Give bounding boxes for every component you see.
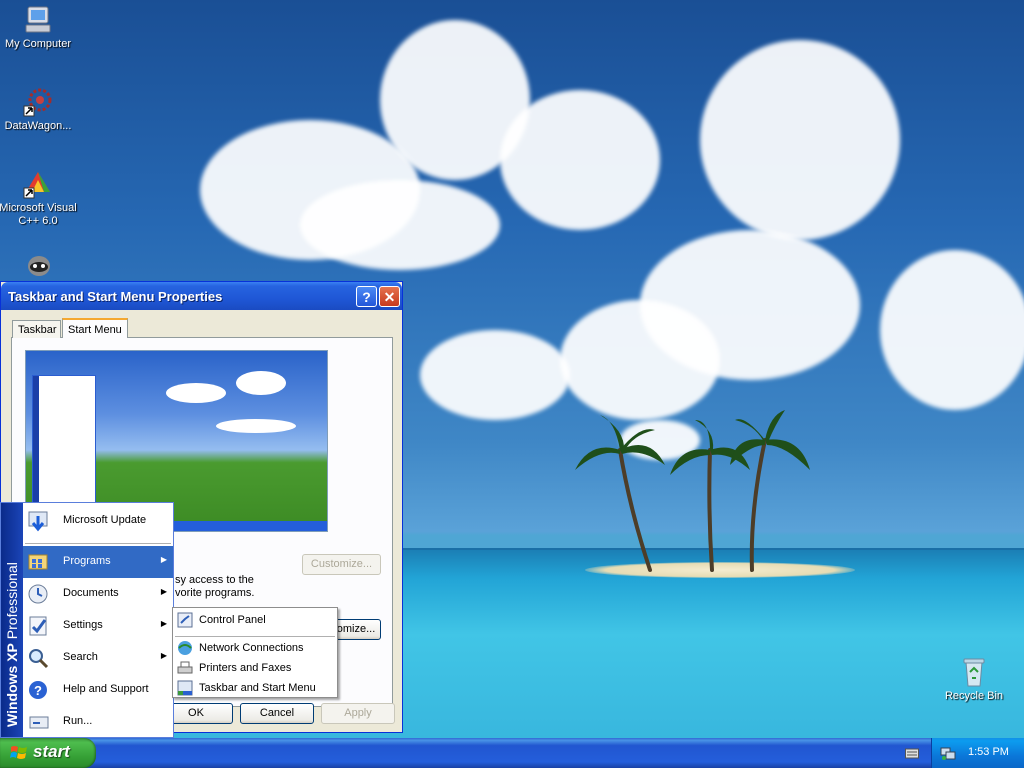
menu-item-microsoft-update[interactable]: Microsoft Update [23,505,173,537]
desktop-icon-label: My Computer [4,38,72,50]
help-icon: ? [29,681,47,699]
submenu-arrow-icon: ▶ [160,619,167,628]
start-menu: Windows XP Professional Microsoft Update… [0,502,174,738]
desktop-icon-recycle-bin[interactable]: Recycle Bin [934,656,1014,703]
submenu-separator [175,636,335,637]
search-icon [29,649,49,669]
submenu-item-label: Printers and Faxes [199,662,292,674]
keyboard-icon[interactable] [905,747,919,759]
wallpaper-cloud [500,90,660,230]
submenu-arrow-icon: ▶ [160,587,167,596]
start-button[interactable]: start [0,738,96,768]
menu-item-label: Settings [63,619,103,631]
preview-start-menu [32,375,96,519]
system-tray: 1:53 PM [931,738,1024,768]
datawagon-shortcut-icon [23,88,52,117]
tab-taskbar[interactable]: Taskbar [12,320,61,338]
my-computer-icon [25,6,51,33]
menu-item-programs[interactable]: Programs ▶ [23,546,173,578]
desktop-icon-visual-cpp[interactable]: Microsoft Visual C++ 6.0 [0,168,78,228]
menu-item-help-and-support[interactable]: ? Help and Support [23,674,173,706]
raccoon-shortcut-icon [28,256,50,276]
clock[interactable]: 1:53 PM [968,746,1009,758]
visual-cpp-shortcut-icon [23,172,50,199]
dialog-title: Taskbar and Start Menu Properties [8,289,223,304]
tab-start-menu[interactable]: Start Menu [62,318,128,338]
menu-item-label: Help and Support [63,683,149,695]
preview-cloud [236,371,286,395]
taskbar: start 1:53 PM [0,738,1024,768]
network-tray-icon[interactable] [940,745,956,761]
menu-item-label: Run... [63,715,93,727]
printers-icon [177,661,193,674]
programs-icon [28,554,48,570]
windows-logo-icon [10,746,27,759]
menu-item-documents[interactable]: Documents ▶ [23,578,173,610]
close-button[interactable]: ✕ [379,286,400,307]
submenu-item-control-panel[interactable]: Control Panel [174,610,336,630]
band-edition: Professional [4,562,20,640]
network-connections-icon [178,641,192,655]
desktop-icon-label: Microsoft Visual C++ 6.0 [0,202,77,227]
desktop-icon-label: DataWagon... [4,120,72,132]
desktop-icon-label: Recycle Bin [944,690,1004,702]
menu-item-settings[interactable]: Settings ▶ [23,610,173,642]
submenu-item-label: Network Connections [199,642,304,654]
control-panel-icon [177,612,193,628]
taskbar-icon [177,680,193,696]
recycle-bin-icon [963,658,985,687]
menu-item-label: Documents [63,587,119,599]
submenu-arrow-icon: ▶ [160,555,167,564]
palm-trees [575,410,810,572]
wallpaper-cloud [700,40,900,240]
wallpaper-cloud [300,180,500,270]
submenu-arrow-icon: ▶ [160,651,167,660]
svg-text:?: ? [34,683,42,698]
start-menu-band-text: Windows XP Professional [1,513,23,727]
preview-cloud [216,419,296,433]
documents-icon [28,584,48,604]
menu-item-run[interactable]: Run... [23,706,173,738]
start-button-label: start [33,742,70,761]
wallpaper-cloud [420,330,570,420]
submenu-item-label: Taskbar and Start Menu [199,682,316,694]
submenu-item-network-connections[interactable]: Network Connections [174,638,336,658]
description-line-2: vorite programs. [175,587,255,599]
wallpaper-cloud [560,300,720,420]
menu-item-label: Microsoft Update [63,514,147,526]
start-menu-band: Windows XP Professional [1,503,23,737]
settings-icon [29,616,47,636]
menu-item-label: Search [63,651,98,663]
apply-button[interactable]: Apply [321,703,395,724]
submenu-item-printers-and-faxes[interactable]: Printers and Faxes [174,658,336,678]
wallpaper-cloud [880,250,1024,410]
customize-button-top[interactable]: Customize... [302,554,381,575]
help-button[interactable]: ? [356,286,377,307]
settings-submenu: Control Panel Network Connections Printe… [172,607,338,698]
menu-item-search[interactable]: Search ▶ [23,642,173,674]
run-icon [29,716,49,729]
desktop-icon-my-computer[interactable]: My Computer [0,4,78,51]
desktop-icon-raccoon[interactable] [0,250,78,284]
menu-item-label: Programs [63,555,111,567]
band-brand: Windows XP [4,643,20,727]
microsoft-update-icon [28,511,48,532]
preview-band [33,376,39,518]
cancel-button[interactable]: Cancel [240,703,314,724]
menu-separator [25,543,171,544]
preview-cloud [166,383,226,403]
desktop-icon-datawagon[interactable]: DataWagon... [0,86,78,133]
submenu-item-label: Control Panel [199,614,266,626]
customize-button-bottom[interactable]: omize... [331,619,381,640]
dialog-titlebar[interactable]: Taskbar and Start Menu Properties ? ✕ [1,282,402,310]
description-line-1: sy access to the [175,574,254,586]
submenu-item-taskbar-and-start-menu[interactable]: Taskbar and Start Menu [174,678,336,698]
